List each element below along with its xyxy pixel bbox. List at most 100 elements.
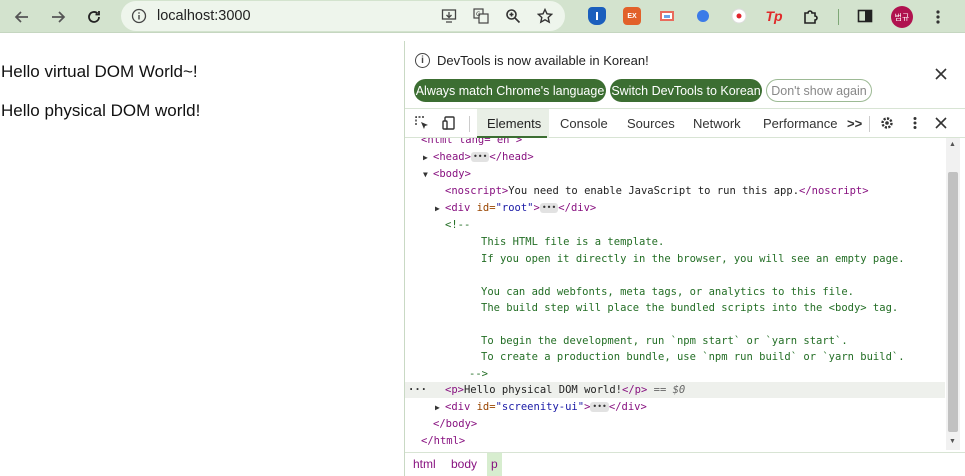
comment-text: To create a production bundle, use `npm … xyxy=(481,351,905,363)
infobar-message: DevTools is now available in Korean! xyxy=(437,53,649,68)
install-icon[interactable] xyxy=(439,6,459,26)
browser-toolbar: localhost:3000 G EX Tp 범규 xyxy=(0,0,965,33)
tree-line-body-close[interactable]: </body> xyxy=(405,416,945,432)
comment-text: If you open it directly in the browser, … xyxy=(481,253,905,265)
head-close-tag: </head> xyxy=(489,151,534,163)
noscript-text: You need to enable JavaScript to run thi… xyxy=(508,185,800,197)
expand-arrow-icon[interactable]: ▶ xyxy=(435,201,445,217)
expand-arrow-icon[interactable]: ▶ xyxy=(435,400,445,416)
reload-icon[interactable] xyxy=(82,5,106,29)
tree-line-div-root[interactable]: ▶ <div id="root"> ••• </div> xyxy=(405,200,945,216)
sidepanel-icon[interactable] xyxy=(856,7,874,25)
ellipsis-badge[interactable]: ••• xyxy=(539,203,559,213)
devtools-panel: i DevTools is now available in Korean! A… xyxy=(404,41,965,476)
tp-extension-icon[interactable]: Tp xyxy=(765,7,783,25)
switch-korean-button[interactable]: Switch DevTools to Korean xyxy=(610,79,762,102)
browser-menu-icon[interactable] xyxy=(926,5,950,29)
row-actions-icon[interactable]: ··· xyxy=(408,382,427,398)
html-close-tag: </html> xyxy=(421,435,466,447)
comment-open: <!-- xyxy=(445,219,471,231)
tab-elements[interactable]: Elements xyxy=(487,116,541,131)
settings-gear-icon[interactable] xyxy=(878,114,896,132)
profile-avatar[interactable]: 범규 xyxy=(891,6,913,28)
tree-line-p-selected[interactable]: ··· <p>Hello physical DOM world!</p> == $… xyxy=(405,382,945,398)
device-toolbar-icon[interactable] xyxy=(441,114,459,132)
more-tabs-chevron-icon[interactable]: >> xyxy=(847,116,862,131)
div-screenity-value: "screenity-ui" xyxy=(495,401,585,413)
ex-extension-icon[interactable]: EX xyxy=(623,7,641,25)
div-root-value: "root" xyxy=(495,202,534,214)
elements-tree[interactable]: <html lang="en"> ▶ <head> ••• </head> ▼ <bod… xyxy=(405,138,945,450)
info-icon: i xyxy=(415,53,430,68)
html-open-tag: <html lang="en"> xyxy=(421,138,523,146)
virtual-dom-text: Hello virtual DOM World~! xyxy=(1,62,198,81)
scrollbar-thumb[interactable] xyxy=(948,172,958,432)
profile-initials: 범규 xyxy=(894,12,910,22)
address-bar[interactable]: localhost:3000 G xyxy=(121,1,565,31)
breadcrumb-body[interactable]: body xyxy=(447,453,481,476)
tree-line-comment xyxy=(405,268,945,284)
tree-line-div-screenity[interactable]: ▶ <div id="screenity-ui"> ••• </div> xyxy=(405,399,945,415)
match-language-button[interactable]: Always match Chrome's language xyxy=(414,79,606,102)
cast-extension-icon[interactable] xyxy=(658,7,676,25)
tree-line-body-open[interactable]: ▼ <body> xyxy=(405,166,945,182)
ellipsis-badge[interactable]: ••• xyxy=(470,152,490,162)
tab-console[interactable]: Console xyxy=(560,116,608,131)
blue-dot-extension-icon[interactable] xyxy=(694,7,712,25)
comment-text: The build step will place the bundled sc… xyxy=(481,302,899,314)
tab-network[interactable]: Network xyxy=(693,116,741,131)
tree-line-comment: You can add webfonts, meta tags, or anal… xyxy=(405,284,945,300)
noscript-close-tag: </noscript> xyxy=(799,185,869,197)
div-root-attr: id= xyxy=(476,202,496,214)
devtools-tab-bar: Elements Console Sources Network Perform… xyxy=(405,108,965,138)
scroll-down-icon[interactable]: ▼ xyxy=(949,438,956,445)
tp-extension-label: Tp xyxy=(765,8,783,24)
forward-arrow-icon[interactable] xyxy=(46,5,70,29)
tree-line-comment: If you open it directly in the browser, … xyxy=(405,251,945,267)
tree-line-comment-close[interactable]: --> xyxy=(405,366,945,382)
bitwarden-extension-icon[interactable] xyxy=(588,7,606,25)
ex-extension-label: EX xyxy=(627,12,637,20)
language-infobar: i DevTools is now available in Korean! A… xyxy=(405,41,965,108)
tab-sources[interactable]: Sources xyxy=(627,116,675,131)
body-close-tag: </body> xyxy=(433,418,478,430)
div-close-tag: </div> xyxy=(558,202,597,214)
translate-icon[interactable]: G xyxy=(471,6,491,26)
devtools-close-icon[interactable] xyxy=(932,114,950,132)
dont-show-again-button[interactable]: Don't show again xyxy=(766,79,872,102)
tag-bracket: > xyxy=(533,202,540,214)
tree-line-comment-open[interactable]: <!-- xyxy=(405,217,945,233)
infobar-close-icon[interactable] xyxy=(935,67,947,85)
comment-text: This HTML file is a template. xyxy=(481,236,665,248)
tree-line-html-open[interactable]: <html lang="en"> xyxy=(405,138,945,148)
elements-scrollbar[interactable]: ▲ ▼ xyxy=(946,138,960,450)
body-open-tag: <body> xyxy=(433,168,471,180)
collapse-arrow-icon[interactable]: ▼ xyxy=(423,167,433,183)
zoom-icon[interactable] xyxy=(503,6,523,26)
comment-close: --> xyxy=(469,368,488,380)
p-open-tag: <p> xyxy=(445,384,464,396)
p-text: Hello physical DOM world! xyxy=(463,384,623,396)
bookmark-star-icon[interactable] xyxy=(535,6,555,26)
inspect-element-icon[interactable] xyxy=(413,114,431,132)
svg-text:G: G xyxy=(476,11,481,18)
puzzle-extension-icon[interactable] xyxy=(802,7,820,25)
tree-line-html-close[interactable]: </html> xyxy=(405,433,945,449)
record-extension-icon[interactable] xyxy=(730,7,748,25)
selected-node-marker: == $0 xyxy=(647,384,686,396)
div-screenity-attr: id= xyxy=(476,401,496,413)
breadcrumb-p[interactable]: p xyxy=(487,453,502,476)
tree-line-noscript[interactable]: <noscript>You need to enable JavaScript … xyxy=(405,183,945,199)
site-info-icon[interactable] xyxy=(129,6,149,26)
devtools-menu-icon[interactable] xyxy=(906,114,924,132)
back-arrow-icon[interactable] xyxy=(10,5,34,29)
scroll-up-icon[interactable]: ▲ xyxy=(949,141,956,148)
tab-divider xyxy=(869,116,870,132)
tree-line-head[interactable]: ▶ <head> ••• </head> xyxy=(405,149,945,165)
expand-arrow-icon[interactable]: ▶ xyxy=(423,150,433,166)
tab-performance[interactable]: Performance xyxy=(763,116,837,131)
breadcrumb-html[interactable]: html xyxy=(409,453,440,476)
url-text[interactable]: localhost:3000 xyxy=(157,8,251,24)
ellipsis-badge[interactable]: ••• xyxy=(590,402,609,412)
div-close-tag: </div> xyxy=(608,401,647,413)
